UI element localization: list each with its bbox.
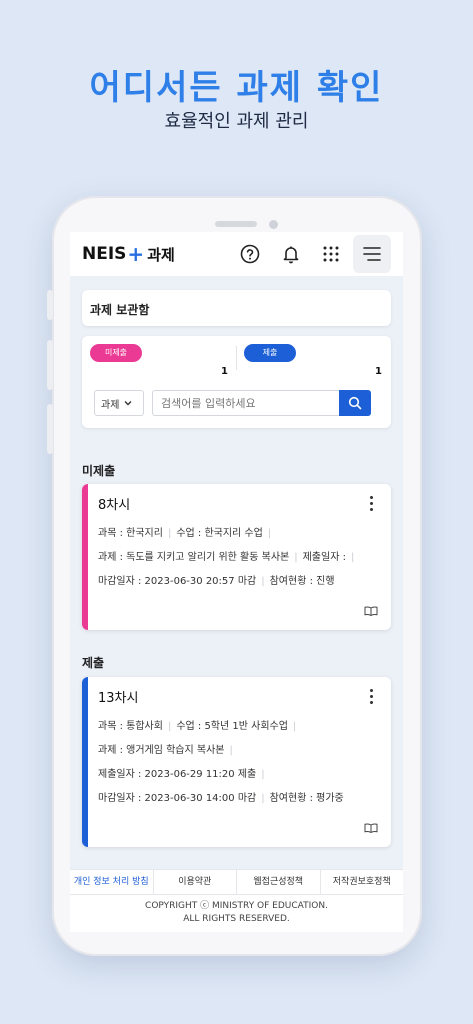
promo-title: 어디서든 과제 확인 xyxy=(89,68,384,108)
card-row-deadline: 마감일자 : 2023-06-30 14:00 마감 | 참여현황 : 평가중 xyxy=(98,793,344,804)
card-accent-bar xyxy=(82,677,88,847)
search-button[interactable] xyxy=(339,390,371,416)
footer-link-copyright[interactable]: 저작권보호정책 xyxy=(321,870,404,894)
footer-link-terms[interactable]: 이용약관 xyxy=(154,870,237,894)
card-row-submit: 제출일자 : 2023-06-29 11:20 제출 | xyxy=(98,769,265,780)
footer-links: 개인 정보 처리 방침 이용약관 웹접근성정책 저작권보호정책 xyxy=(70,869,403,895)
card-class: 수업 : 5학년 1반 사회수업 xyxy=(176,721,288,732)
card-submit-date: 제출일자 : xyxy=(302,552,346,563)
phone-camera xyxy=(269,220,278,229)
main-content: 과제 보관함 미제출 1 제출 1 과제 미제출 8차시 과목 : 한국지리|수… xyxy=(70,276,403,869)
card-row-subject: 과목 : 한국지리 | 수업 : 한국지리 수업 | xyxy=(98,528,272,539)
app-header: NEIS + 과제 xyxy=(70,232,403,276)
assignment-card[interactable]: 13차시 과목 : 통합사회 | 수업 : 5학년 1반 사회수업 | 과제 : 앵거… xyxy=(82,677,391,847)
grid-icon[interactable] xyxy=(319,242,343,266)
card-accent-bar xyxy=(82,484,88,630)
phone-side-button xyxy=(47,404,53,454)
more-vert-icon[interactable] xyxy=(367,496,375,512)
card-subject: 과목 : 한국지리 xyxy=(98,528,163,539)
unsubmitted-count: 1 xyxy=(221,366,228,377)
book-icon[interactable] xyxy=(364,823,378,833)
promo-subtitle: 효율적인 과제 관리 xyxy=(164,111,309,132)
search-icon xyxy=(348,396,362,410)
app-logo[interactable]: NEIS + 과제 xyxy=(82,242,175,266)
stats-panel: 미제출 1 제출 1 과제 xyxy=(82,336,391,428)
card-task: 과제 : 독도를 지키고 알리기 위한 활동 복사본 xyxy=(98,552,290,563)
help-circle-icon[interactable] xyxy=(238,242,262,266)
unsubmitted-section-label: 미제출 xyxy=(82,464,116,478)
copyright-line1: COPYRIGHT ⓒ MINISTRY OF EDUCATION. xyxy=(145,901,328,911)
phone-speaker xyxy=(215,221,257,227)
card-title: 8차시 xyxy=(98,498,131,513)
submitted-count: 1 xyxy=(375,366,382,377)
card-row-task: 과제 : 앵거게임 학습지 복사본 | xyxy=(98,745,233,756)
logo-sub: 과제 xyxy=(147,245,175,264)
page-title: 과제 보관함 xyxy=(82,290,391,326)
bell-icon[interactable] xyxy=(279,242,303,266)
submitted-section-label: 제출 xyxy=(82,656,105,670)
card-row-deadline: 마감일자 : 2023-06-30 20:57 마감 | 참여현황 : 진행 xyxy=(98,576,335,587)
book-icon[interactable] xyxy=(364,606,378,616)
hamburger-menu-button[interactable] xyxy=(353,235,391,273)
stats-divider xyxy=(236,346,237,370)
assignment-card[interactable]: 8차시 과목 : 한국지리 | 수업 : 한국지리 수업 | 과제 : 독도를 지키고… xyxy=(82,484,391,630)
search-category-select[interactable]: 과제 xyxy=(94,390,144,416)
card-subject: 과목 : 통합사회 xyxy=(98,721,163,732)
unsubmitted-filter-pill[interactable]: 미제출 xyxy=(90,344,142,362)
app-screen: NEIS + 과제 과제 보관함 미제출 1 제출 1 과제 검색어를 입력하세… xyxy=(70,232,403,932)
card-title: 13차시 xyxy=(98,691,139,706)
card-status: 참여현황 : 진행 xyxy=(269,576,335,587)
card-deadline: 마감일자 : 2023-06-30 14:00 마감 xyxy=(98,793,257,804)
phone-side-button xyxy=(47,340,53,390)
copyright-line2: ALL RIGHTS RESERVED. xyxy=(183,914,290,924)
card-status: 참여현황 : 평가중 xyxy=(269,793,344,804)
logo-plus: + xyxy=(127,242,145,266)
submitted-filter-pill[interactable]: 제출 xyxy=(244,344,296,362)
phone-side-button xyxy=(47,290,53,320)
more-vert-icon[interactable] xyxy=(367,689,375,705)
copyright-text: COPYRIGHT ⓒ MINISTRY OF EDUCATION. ALL R… xyxy=(70,900,403,926)
card-row-task: 과제 : 독도를 지키고 알리기 위한 활동 복사본 | 제출일자 : | xyxy=(98,552,355,563)
card-class: 수업 : 한국지리 수업 xyxy=(176,528,263,539)
card-task: 과제 : 앵거게임 학습지 복사본 xyxy=(98,745,225,756)
card-row-subject: 과목 : 통합사회 | 수업 : 5학년 1반 사회수업 | xyxy=(98,721,297,732)
search-input[interactable] xyxy=(152,390,340,416)
card-deadline: 마감일자 : 2023-06-30 20:57 마감 xyxy=(98,576,257,587)
select-value: 과제 xyxy=(101,399,120,411)
card-submit-date: 제출일자 : 2023-06-29 11:20 제출 xyxy=(98,769,257,780)
footer-link-privacy[interactable]: 개인 정보 처리 방침 xyxy=(70,870,154,894)
chevron-down-icon xyxy=(124,401,132,406)
hamburger-icon xyxy=(363,247,381,261)
footer-link-accessibility[interactable]: 웹접근성정책 xyxy=(237,870,321,894)
logo-text: NEIS xyxy=(82,244,127,264)
